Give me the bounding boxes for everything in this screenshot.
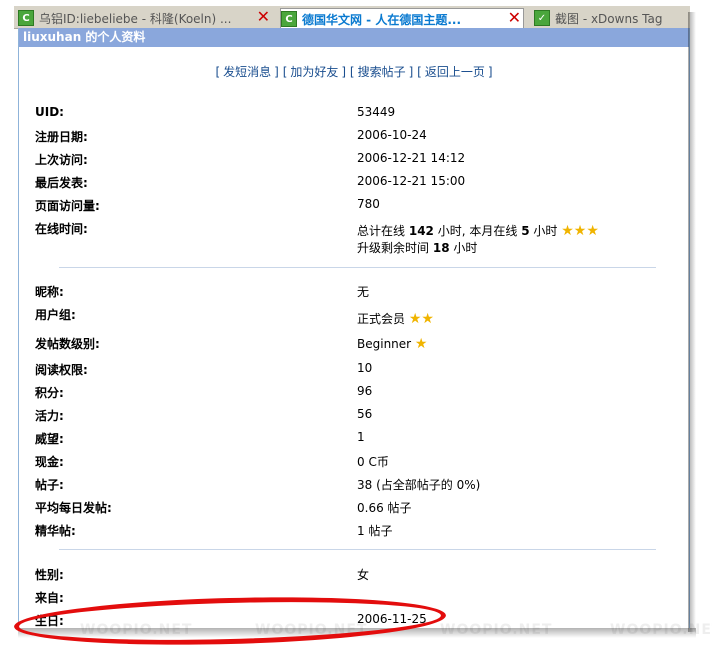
online-month-hours: 5 xyxy=(521,224,530,238)
page-favicon-icon: C xyxy=(281,11,297,27)
user-group-label: 用户组: xyxy=(35,308,76,322)
reg-date-value: 2006-10-24 xyxy=(357,128,427,142)
online-hours-unit: 小时 xyxy=(533,224,558,238)
upgrade-remaining-hours: 18 xyxy=(432,241,450,255)
user-group-value-wrap: 正式会员 ★★ xyxy=(357,310,687,327)
close-tab-icon[interactable]: ✕ xyxy=(508,9,521,27)
cash-label: 现金: xyxy=(35,455,64,469)
section-divider xyxy=(59,267,656,268)
online-level-stars-icon: ★★★ xyxy=(561,223,599,239)
back-link[interactable]: 返回上一页 xyxy=(425,65,485,79)
last-visit-value: 2006-12-21 14:12 xyxy=(357,151,466,165)
checkmark-favicon-icon: ✓ xyxy=(534,10,550,26)
post-level-label: 发帖数级别: xyxy=(35,337,100,351)
read-permission-label: 阅读权限: xyxy=(35,363,88,377)
posts-label: 帖子: xyxy=(35,478,64,492)
upgrade-remaining-label: 升级剩余时间 xyxy=(357,241,430,255)
read-permission-value: 10 xyxy=(357,361,373,375)
post-level-value-wrap: Beginner ★ xyxy=(357,337,687,351)
browser-tab-1[interactable]: C 乌铝ID:liebeliebe - 科隆(Koeln) ... ✕ xyxy=(18,8,272,28)
page-favicon-icon: C xyxy=(18,10,34,26)
online-total-prefix: 总计在线 xyxy=(357,224,406,238)
search-posts-link[interactable]: 搜索帖子 xyxy=(358,65,406,79)
online-time-value: 总计在线 142 小时, 本月在线 5 小时 ★★★ 升级剩余时间 18 小时 xyxy=(357,222,687,256)
digest-value: 1 帖子 xyxy=(357,524,393,538)
activity-value: 56 xyxy=(357,407,373,421)
gender-label: 性别: xyxy=(35,568,64,582)
post-level-value: Beginner xyxy=(357,337,412,351)
profile-panel: liuxuhan 的个人资料 [发短消息] [加为好友] [搜索帖子] [返回上… xyxy=(18,28,690,628)
profile-actions: [发短消息] [加为好友] [搜索帖子] [返回上一页] xyxy=(215,65,493,79)
last-visit-label: 上次访问: xyxy=(35,153,88,167)
tab-title: 德国华文网 - 人在德国主题... xyxy=(302,12,462,27)
points-value: 96 xyxy=(357,384,373,398)
uid-value: 53449 xyxy=(357,105,396,119)
tab-title: 截图 - xDowns Tag xyxy=(555,11,663,26)
page-views-label: 页面访问量: xyxy=(35,199,100,213)
nickname-label: 昵称: xyxy=(35,285,64,299)
drop-shadow-right xyxy=(688,12,696,632)
digest-label: 精华帖: xyxy=(35,524,76,538)
add-friend-link[interactable]: 加为好友 xyxy=(290,65,338,79)
last-post-value: 2006-12-21 15:00 xyxy=(357,174,466,188)
avg-posts-value: 0.66 帖子 xyxy=(357,501,412,515)
user-group-stars-icon: ★★ xyxy=(408,311,434,327)
post-level-star-icon: ★ xyxy=(414,336,428,352)
panel-title: liuxuhan 的个人资料 xyxy=(19,28,689,47)
user-group-value: 正式会员 xyxy=(357,312,406,326)
cash-value: 0 C币 xyxy=(357,455,389,469)
points-label: 积分: xyxy=(35,386,64,400)
browser-tab-2-active[interactable]: C 德国华文网 - 人在德国主题... ✕ xyxy=(280,8,524,29)
browser-tab-3[interactable]: ✓ 截图 - xDowns Tag xyxy=(534,8,690,28)
tab-title: 乌铝ID:liebeliebe - 科隆(Koeln) ... xyxy=(39,11,232,26)
avg-posts-label: 平均每日发帖: xyxy=(35,501,112,515)
online-time-label: 在线时间: xyxy=(35,222,88,236)
upgrade-hours-unit: 小时 xyxy=(453,241,478,255)
prestige-value: 1 xyxy=(357,430,365,444)
section-divider xyxy=(59,549,656,550)
close-tab-icon[interactable]: ✕ xyxy=(257,8,270,26)
uid-label: UID: xyxy=(35,105,64,119)
nickname-value: 无 xyxy=(357,285,370,299)
last-post-label: 最后发表: xyxy=(35,176,88,190)
page-views-value: 780 xyxy=(357,197,380,211)
gender-value: 女 xyxy=(357,568,370,582)
activity-label: 活力: xyxy=(35,409,64,423)
posts-value: 38 (占全部帖子的 0%) xyxy=(357,478,481,492)
prestige-label: 威望: xyxy=(35,432,64,446)
browser-tab-strip: C 乌铝ID:liebeliebe - 科隆(Koeln) ... ✕ C 德国… xyxy=(14,6,690,29)
send-message-link[interactable]: 发短消息 xyxy=(223,65,271,79)
online-month-prefix: 小时, 本月在线 xyxy=(437,224,518,238)
online-total-hours: 142 xyxy=(408,224,434,238)
reg-date-label: 注册日期: xyxy=(35,130,88,144)
